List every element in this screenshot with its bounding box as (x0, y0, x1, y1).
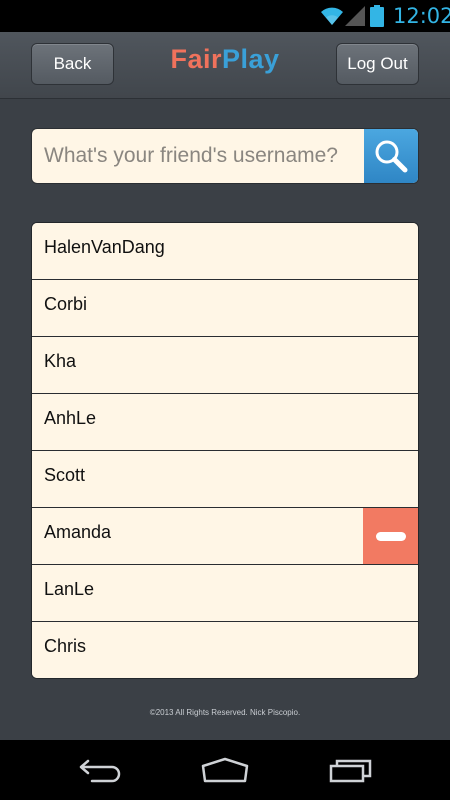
app-header: Back FairPlay Log Out (0, 32, 450, 99)
search-icon (375, 140, 408, 173)
list-item[interactable]: Amanda (32, 507, 418, 564)
friend-name: LanLe (44, 579, 95, 599)
search-bar (31, 128, 419, 184)
recent-apps-icon[interactable] (328, 756, 374, 789)
remove-friend-button[interactable] (363, 508, 418, 564)
list-item[interactable]: Chris (32, 621, 418, 678)
list-item[interactable]: Kha (32, 336, 418, 393)
list-item[interactable]: Scott (32, 450, 418, 507)
logo-play-text: Play (221, 44, 280, 74)
signal-icon (344, 5, 366, 32)
battery-icon (370, 5, 384, 32)
list-item[interactable]: HalenVanDang (32, 223, 418, 279)
friend-name: AnhLe (44, 408, 97, 428)
friend-name: Amanda (44, 522, 112, 542)
copyright-text: ©2013 All Rights Reserved. Nick Piscopio… (149, 708, 301, 717)
friend-name: Corbi (44, 294, 88, 314)
friend-name: Kha (44, 351, 77, 371)
app-screen: 12:02 Back FairPlay Log Out HalenVanDang… (0, 0, 450, 800)
friend-name: Chris (44, 636, 87, 656)
friend-name: HalenVanDang (44, 237, 165, 257)
search-button[interactable] (364, 129, 418, 183)
friend-name: Scott (44, 465, 86, 485)
logo-fair-text: Fair (170, 44, 222, 74)
minus-icon (375, 531, 406, 541)
status-clock: 12:02 (393, 4, 450, 28)
logout-button[interactable]: Log Out (336, 43, 419, 85)
friends-list: HalenVanDang Corbi Kha AnhLe Scott Amand… (31, 222, 419, 679)
status-bar: 12:02 (0, 0, 450, 32)
list-item[interactable]: LanLe (32, 564, 418, 621)
search-input[interactable] (32, 129, 365, 183)
list-item[interactable]: Corbi (32, 279, 418, 336)
wifi-icon (320, 5, 344, 32)
list-item[interactable]: AnhLe (32, 393, 418, 450)
home-nav-icon[interactable] (200, 756, 250, 789)
back-nav-icon[interactable] (78, 756, 124, 789)
navigation-bar (0, 740, 450, 800)
